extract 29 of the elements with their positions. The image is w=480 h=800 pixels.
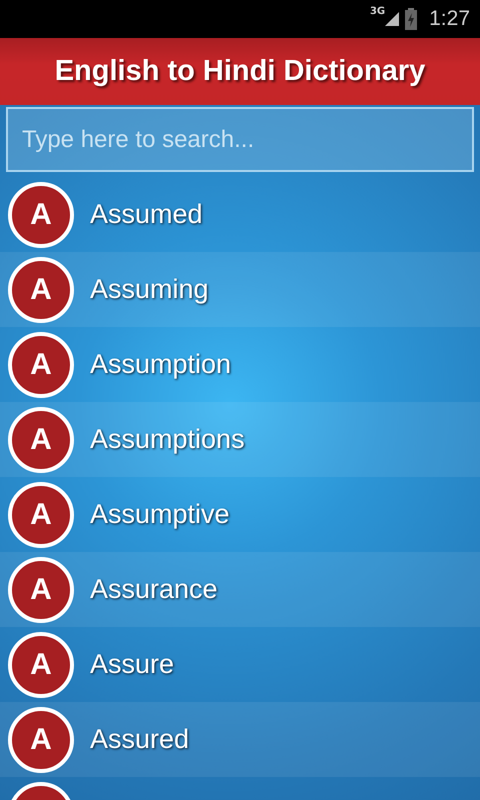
word-list-item[interactable]: A Assumptive — [0, 477, 480, 552]
letter-badge: A — [8, 406, 74, 472]
word-list-item[interactable]: A Assurance — [0, 552, 480, 627]
word-list-item[interactable]: A Assumptions — [0, 402, 480, 477]
word-label: Assurance — [90, 574, 218, 605]
search-field[interactable]: Type here to search... — [6, 107, 474, 172]
battery-charging-icon — [405, 8, 418, 30]
network-type-label: 3G — [370, 6, 386, 17]
clock-time: 1:27 — [429, 7, 470, 31]
word-label: Assumptive — [90, 499, 230, 530]
word-label: Assumption — [90, 349, 232, 380]
word-list-item[interactable]: A Assumed — [0, 177, 480, 252]
word-label: Assure — [90, 649, 174, 680]
word-label: Assumptions — [90, 424, 245, 455]
letter-badge: A — [8, 632, 74, 698]
word-list-item[interactable]: A Assured — [0, 702, 480, 777]
letter-badge: A — [8, 182, 74, 248]
word-list-item[interactable]: A Assure — [0, 627, 480, 702]
word-list-item[interactable]: A Assuming — [0, 252, 480, 327]
word-label: Assured — [90, 724, 190, 755]
letter-badge: A — [8, 706, 74, 772]
letter-badge: A — [8, 482, 74, 548]
word-label: Assuming — [90, 274, 209, 305]
word-label: Assumed — [90, 199, 203, 230]
letter-badge: A — [8, 332, 74, 398]
letter-badge: A — [8, 256, 74, 322]
app-title: English to Hindi Dictionary — [54, 55, 426, 88]
word-list-item[interactable]: A Assumption — [0, 327, 480, 402]
letter-badge: A — [8, 556, 74, 622]
